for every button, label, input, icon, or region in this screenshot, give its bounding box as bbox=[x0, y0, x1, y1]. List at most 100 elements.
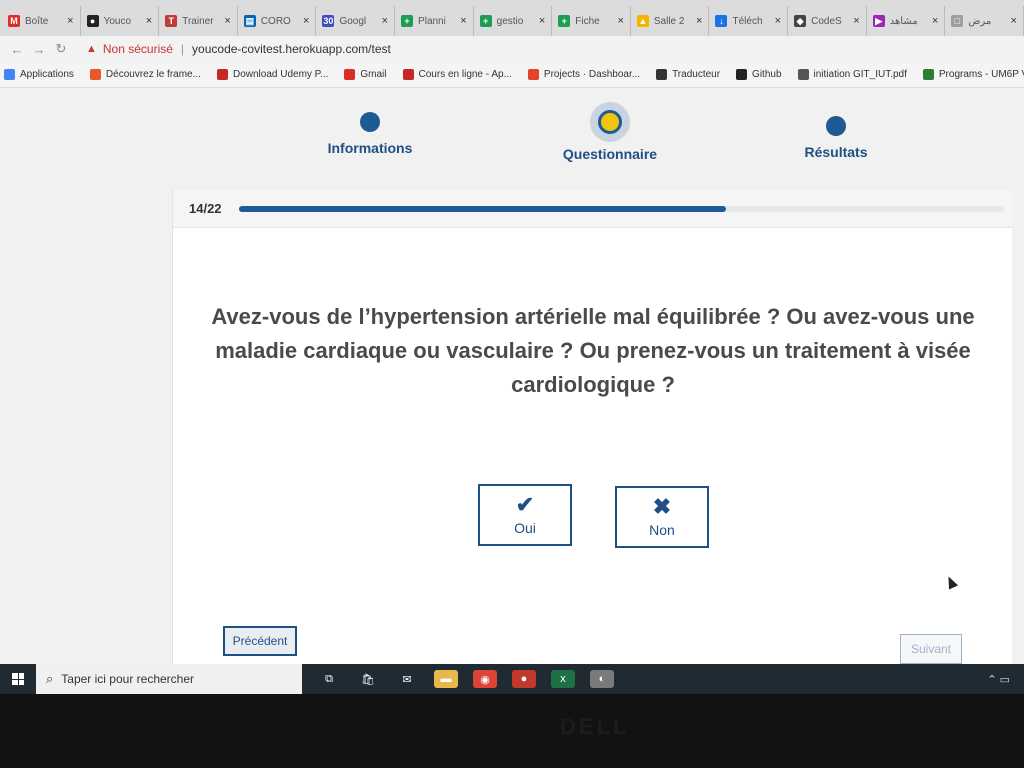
tab-close-icon[interactable]: × bbox=[460, 15, 466, 27]
tab-close-icon[interactable]: × bbox=[932, 15, 938, 27]
step-questionnaire[interactable]: Questionnaire bbox=[555, 102, 665, 162]
browser-tab[interactable]: + Planni × bbox=[395, 6, 474, 36]
browser-tab[interactable]: ▶ مشاهد × bbox=[867, 6, 946, 36]
yes-button[interactable]: ✔ Oui bbox=[478, 484, 572, 546]
bookmark-icon bbox=[89, 69, 101, 80]
app-grey-icon[interactable]: ◐ bbox=[590, 670, 614, 688]
browser-tab[interactable]: ◆ CodeS × bbox=[788, 6, 867, 36]
tab-close-icon[interactable]: × bbox=[775, 15, 781, 27]
bookmark-item[interactable]: Découvrez le frame... bbox=[89, 69, 201, 80]
cross-icon: ✖ bbox=[652, 494, 672, 519]
tab-favicon-icon: + bbox=[479, 15, 492, 27]
taskbar-search[interactable]: ⌕ Taper ici pour rechercher bbox=[36, 664, 302, 694]
browser-tab[interactable]: M Boîte × bbox=[2, 6, 81, 36]
tab-favicon-icon: 30 bbox=[322, 15, 335, 27]
tab-favicon-icon: ● bbox=[86, 15, 99, 27]
tab-favicon-icon: ◆ bbox=[794, 15, 807, 27]
tab-close-icon[interactable]: × bbox=[382, 15, 388, 27]
question-text: Avez-vous de l’hypertension artérielle m… bbox=[211, 304, 975, 397]
tab-close-icon[interactable]: × bbox=[146, 15, 152, 27]
tab-label: gestio bbox=[496, 15, 524, 27]
tab-label: Téléch bbox=[732, 15, 763, 27]
tab-label: CORO bbox=[260, 15, 291, 27]
bookmark-icon bbox=[797, 69, 809, 80]
tab-favicon-icon: T bbox=[165, 15, 178, 27]
address-bar[interactable]: ← → ↻ ▲ Non sécurisé | youcode-covitest.… bbox=[0, 36, 1024, 62]
browser-tab[interactable]: + Fiche × bbox=[552, 6, 631, 36]
step-informations[interactable]: Informations bbox=[320, 112, 420, 156]
bookmark-item[interactable]: Traducteur bbox=[656, 69, 720, 80]
bookmark-label: Programs - UM6P V... bbox=[938, 69, 1024, 80]
app-red-icon[interactable]: ● bbox=[512, 670, 536, 688]
page-content: Informations Questionnaire Résultats 14/… bbox=[0, 88, 1024, 664]
bookmark-icon bbox=[4, 69, 15, 80]
address-divider: | bbox=[180, 42, 185, 56]
yes-label: Oui bbox=[514, 520, 536, 536]
next-button[interactable]: Suivant bbox=[900, 634, 962, 664]
bookmark-item[interactable]: Github bbox=[736, 69, 782, 80]
bookmark-icon bbox=[216, 69, 228, 80]
tab-favicon-icon: + bbox=[558, 15, 571, 27]
start-button[interactable] bbox=[0, 673, 36, 685]
warning-icon: ▲ bbox=[86, 43, 97, 55]
tab-close-icon[interactable]: × bbox=[67, 15, 73, 27]
bookmarks-bar: Applications Découvrez le frame... Downloa… bbox=[0, 62, 1024, 88]
step-label: Questionnaire bbox=[562, 146, 658, 162]
tab-favicon-icon: M bbox=[8, 15, 20, 27]
progress-bar bbox=[239, 205, 1004, 212]
tab-label: Boîte bbox=[25, 15, 49, 27]
mail-icon[interactable]: ✉ bbox=[395, 670, 419, 688]
tab-close-icon[interactable]: × bbox=[224, 15, 230, 27]
bookmark-label: Cours en ligne - Ap... bbox=[418, 69, 512, 80]
windows-taskbar: ⌕ Taper ici pour rechercher ⧉ 🛍 ✉ ▬ ◉ ● x ◐ ⌃ ▭ bbox=[0, 664, 1024, 694]
question-card: 14/22 Avez-vous de l’hypertension artéri… bbox=[172, 190, 1012, 664]
insecure-label: Non sécurisé bbox=[102, 42, 173, 56]
browser-tab[interactable]: T Trainer × bbox=[159, 6, 238, 36]
tab-close-icon[interactable]: × bbox=[1010, 15, 1016, 27]
back-icon[interactable]: ← bbox=[6, 42, 28, 57]
system-tray[interactable]: ⌃ ▭ bbox=[987, 673, 1010, 686]
tab-close-icon[interactable]: × bbox=[696, 15, 702, 27]
store-icon[interactable]: 🛍 bbox=[356, 670, 380, 688]
bookmark-item[interactable]: Cours en ligne - Ap... bbox=[402, 69, 512, 80]
bookmark-icon bbox=[344, 69, 356, 80]
task-view-icon[interactable]: ⧉ bbox=[317, 670, 341, 688]
bookmark-item[interactable]: Applications bbox=[4, 69, 74, 80]
url-text[interactable]: youcode-covitest.herokuapp.com/test bbox=[192, 42, 391, 56]
reload-icon[interactable]: ↻ bbox=[50, 41, 72, 57]
tab-favicon-icon: ▤ bbox=[243, 15, 256, 27]
browser-tab[interactable]: + gestio × bbox=[474, 6, 553, 36]
chrome-icon[interactable]: ◉ bbox=[473, 670, 497, 688]
tab-label: Youco bbox=[103, 15, 132, 27]
bookmark-item[interactable]: Projects · Dashboar... bbox=[527, 69, 641, 80]
no-button[interactable]: ✖ Non bbox=[615, 486, 709, 548]
search-placeholder: Taper ici pour rechercher bbox=[61, 672, 195, 686]
bookmark-item[interactable]: Download Udemy P... bbox=[216, 69, 328, 80]
bookmark-label: Découvrez le frame... bbox=[105, 69, 201, 80]
file-explorer-icon[interactable]: ▬ bbox=[434, 670, 458, 688]
tab-label: Salle 2 bbox=[653, 15, 685, 27]
bookmark-item[interactable]: Gmail bbox=[344, 69, 387, 80]
bookmark-item[interactable]: Programs - UM6P V... bbox=[922, 69, 1024, 80]
bookmark-item[interactable]: initiation GIT_IUT.pdf bbox=[797, 69, 907, 80]
tab-close-icon[interactable]: × bbox=[539, 15, 545, 27]
forward-icon[interactable]: → bbox=[28, 42, 50, 57]
excel-icon[interactable]: x bbox=[551, 670, 575, 688]
browser-tab[interactable]: ● Youco × bbox=[81, 6, 160, 36]
tab-favicon-icon: ▲ bbox=[636, 15, 649, 27]
step-resultats[interactable]: Résultats bbox=[790, 116, 882, 160]
tab-close-icon[interactable]: × bbox=[617, 15, 623, 27]
step-label: Informations bbox=[327, 140, 413, 156]
browser-tab[interactable]: ▲ Salle 2 × bbox=[631, 6, 710, 36]
progress-header: 14/22 bbox=[173, 190, 1012, 228]
browser-tab[interactable]: 30 Googl × bbox=[316, 6, 396, 36]
progress-bar-fill bbox=[239, 205, 726, 212]
browser-tab[interactable]: ▤ CORO × bbox=[238, 6, 317, 36]
browser-tab[interactable]: ↓ Téléch × bbox=[709, 6, 789, 36]
bookmark-label: Projects · Dashboar... bbox=[543, 69, 641, 80]
previous-button[interactable]: Précédent bbox=[223, 626, 297, 656]
tab-close-icon[interactable]: × bbox=[303, 15, 309, 27]
tab-close-icon[interactable]: × bbox=[853, 15, 859, 27]
tab-favicon-icon: ↓ bbox=[715, 15, 728, 27]
browser-tab[interactable]: □ مرض × bbox=[945, 6, 1024, 36]
